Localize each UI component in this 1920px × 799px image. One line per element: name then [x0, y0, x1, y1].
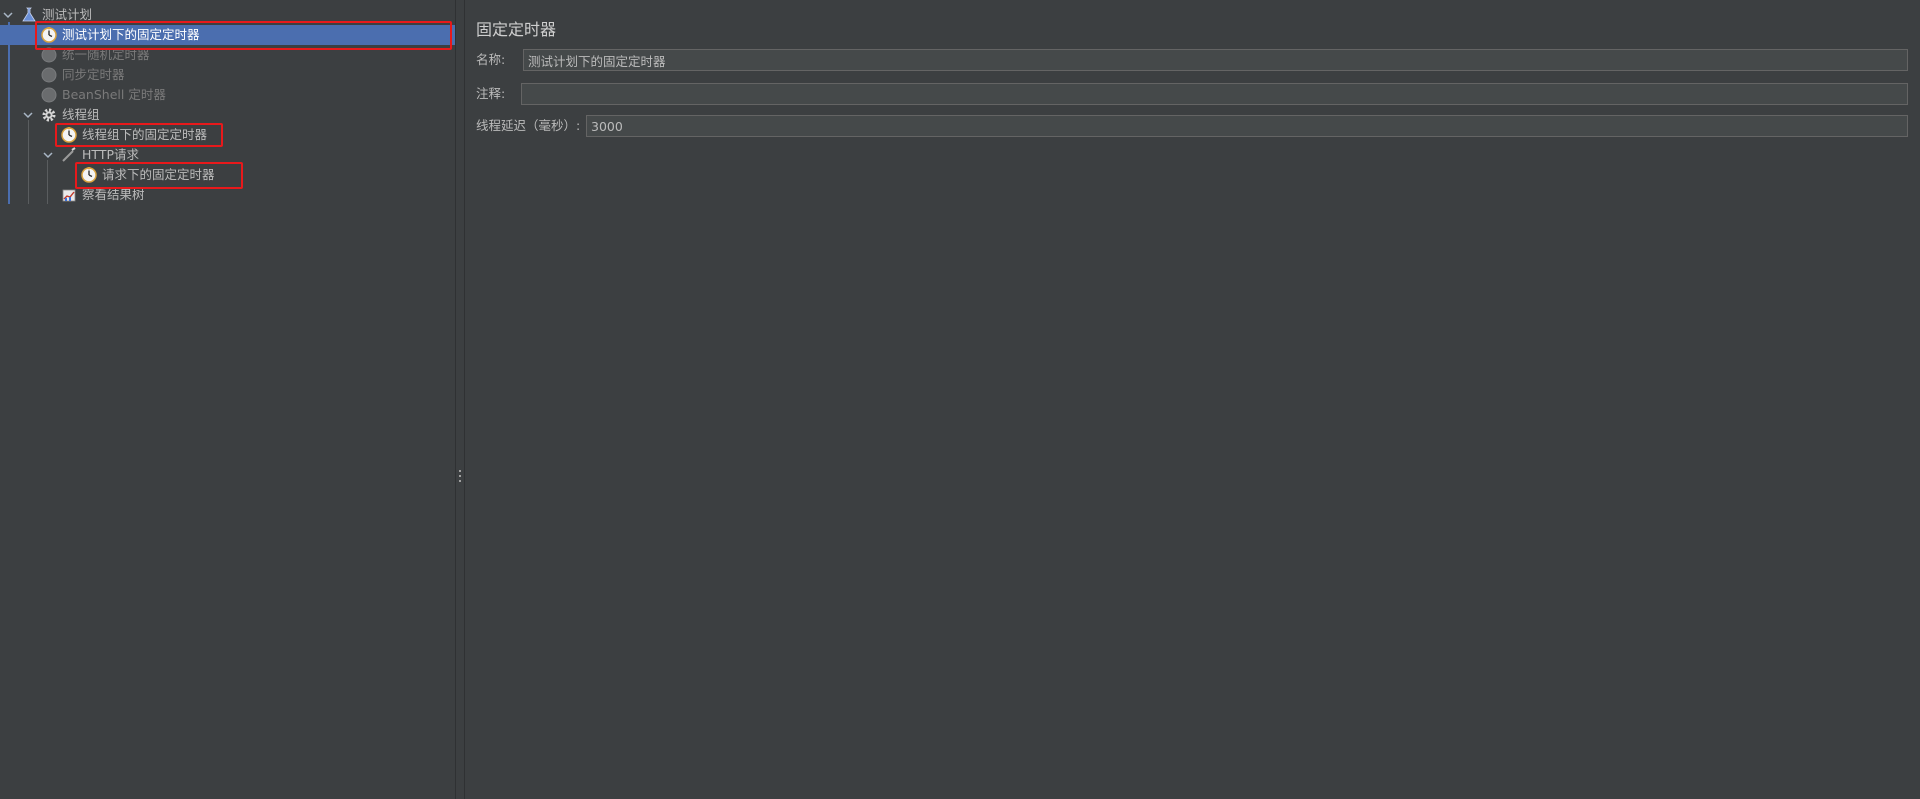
tree-node-label: 请求下的固定定时器	[102, 167, 215, 182]
chevron-down-icon[interactable]	[42, 145, 54, 165]
tree-node-label: BeanShell 定时器	[62, 87, 166, 102]
tree-node-label: 统一随机定时器	[62, 47, 150, 62]
panel-splitter[interactable]	[455, 0, 465, 799]
pipette-icon	[60, 146, 78, 164]
timer-icon	[40, 46, 58, 64]
tree-node-thread-group[interactable]: 线程组	[0, 105, 455, 125]
timer-icon	[40, 26, 58, 44]
tree-node-beanshell-timer[interactable]: BeanShell 定时器	[0, 85, 455, 105]
name-label: 名称:	[476, 52, 506, 67]
test-plan-icon	[20, 6, 38, 24]
tree-node-label: 线程组下的固定定时器	[82, 127, 208, 142]
tree-node-label: 测试计划	[42, 7, 93, 22]
tree-node-label: 测试计划下的固定定时器	[62, 27, 200, 42]
grip-dot	[459, 480, 461, 482]
chevron-down-icon[interactable]	[2, 5, 14, 25]
page-title: 固定定时器	[476, 20, 557, 39]
tree-node-label: 同步定时器	[62, 67, 125, 82]
timer-icon	[40, 86, 58, 104]
tree-node-uniform-random-timer[interactable]: 统一随机定时器	[0, 45, 455, 65]
timer-icon	[40, 66, 58, 84]
tree-node-thread-group-timer[interactable]: 线程组下的固定定时器	[0, 125, 455, 145]
tree-node-http-request[interactable]: HTTP请求	[0, 145, 455, 165]
test-plan-tree[interactable]: 测试计划 测试计划下的固定定时器 统一随机定时器 同步定时器 BeanShell…	[0, 0, 455, 799]
tree-node-sync-timer[interactable]: 同步定时器	[0, 65, 455, 85]
timer-icon	[80, 166, 98, 184]
chevron-down-icon[interactable]	[22, 105, 34, 125]
thread-delay-field[interactable]	[586, 115, 1908, 137]
tree-node-view-results-tree[interactable]: 察看结果树	[0, 185, 455, 205]
comment-field[interactable]	[521, 83, 1908, 105]
tree-node-label: HTTP请求	[82, 147, 139, 162]
name-field[interactable]	[523, 49, 1908, 71]
tree-node-test-plan[interactable]: 测试计划	[0, 5, 455, 25]
tree-node-request-timer[interactable]: 请求下的固定定时器	[0, 165, 455, 185]
chart-icon	[60, 186, 78, 204]
comment-label: 注释:	[476, 86, 506, 101]
thread-delay-label: 线程延迟（毫秒）:	[476, 118, 581, 133]
timer-icon	[60, 126, 78, 144]
tree-node-timer-selected[interactable]: 测试计划下的固定定时器	[0, 25, 455, 45]
grip-dot	[459, 470, 461, 472]
tree-node-label: 察看结果树	[82, 187, 145, 202]
element-editor-panel: 固定定时器 名称: 注释: 线程延迟（毫秒）:	[466, 0, 1920, 799]
grip-dot	[459, 475, 461, 477]
tree-node-label: 线程组	[62, 107, 100, 122]
jmeter-window: 测试计划 测试计划下的固定定时器 统一随机定时器 同步定时器 BeanShell…	[0, 0, 1920, 799]
gear-icon	[40, 106, 58, 124]
